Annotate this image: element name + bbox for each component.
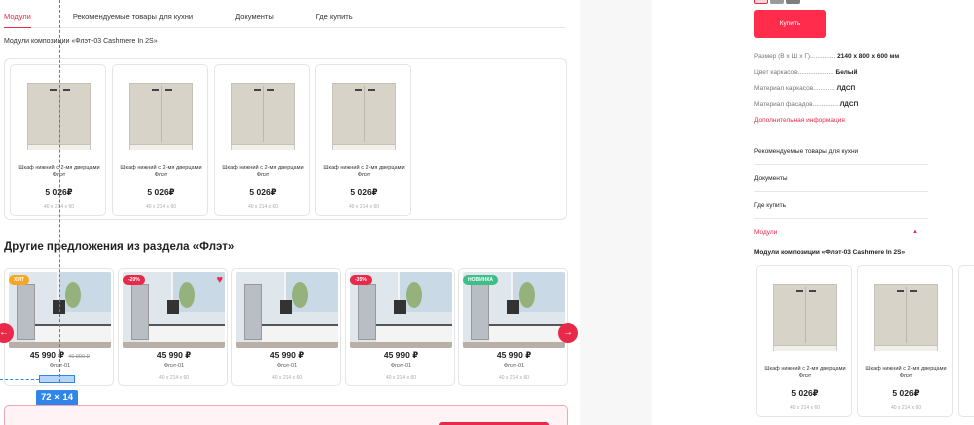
- other-offers-title: Другие предложения из раздела «Флэт»: [4, 241, 235, 253]
- module-card[interactable]: Шкаф нижний с 2-мя дверцами Флэт 5 026₽ …: [756, 265, 852, 417]
- tab-where-to-buy[interactable]: Где купить: [316, 10, 353, 28]
- offer-card[interactable]: НОВИНКА 45 990 ₽ Флэт-01 40 x 214 x 60: [458, 268, 568, 386]
- buy-button[interactable]: Купить: [754, 10, 826, 38]
- spec-row: Материал каркасов............ ЛДСП: [754, 85, 856, 92]
- module-card[interactable]: Шкаф нижний с 2-мя дверцами Флэт 5 026₽ …: [10, 64, 106, 216]
- kitchen-photo: [236, 272, 338, 348]
- offer-dimensions: 40 x 214 x 60: [158, 375, 190, 381]
- product-tabs: Модули Рекомендуемые товары для кухни До…: [4, 10, 566, 28]
- cabinet-image: [231, 83, 295, 145]
- module-card[interactable]: Шкаф нижний с 2-мя дверцами Флэт 5 026₽ …: [857, 265, 953, 417]
- module-price: 5 026₽: [147, 187, 175, 197]
- module-card[interactable]: Шкаф нижний с 2-мя дверцами Флэт 5 026₽ …: [214, 64, 310, 216]
- module-dimensions: 40 x 214 x 60: [890, 405, 922, 411]
- tab-documents[interactable]: Документы: [235, 10, 274, 28]
- module-name: Шкаф нижний с 2-мя дверцами Флэт: [120, 165, 202, 178]
- module-price: 5 026₽: [350, 187, 378, 197]
- offer-name: Флэт-01: [276, 363, 298, 369]
- module-price: 5 026₽: [791, 388, 819, 398]
- spec-row: Материал фасадов.............. ЛДСП: [754, 101, 859, 108]
- accordion-modules[interactable]: Модули ▲: [754, 219, 928, 246]
- offer-name: Флэт-01: [503, 363, 525, 369]
- modules-composition-title: Модули композиции «Флэт-03 Cashmere In 2…: [754, 249, 906, 256]
- discount-badge: -35%: [350, 275, 372, 285]
- module-card[interactable]: [958, 265, 974, 417]
- module-dimensions: 40 x 214 x 60: [247, 204, 279, 210]
- offer-dimensions: 40 x 214 x 60: [498, 375, 530, 381]
- offer-dimensions: 40 x 214 x 60: [385, 375, 417, 381]
- cabinet-image: [874, 284, 938, 346]
- color-swatches: [754, 0, 800, 4]
- offer-card[interactable]: -35% 45 990 ₽ Флэт-01 40 x 214 x 60: [345, 268, 455, 386]
- old-price: 46 990 ₽: [68, 354, 91, 360]
- spec-row: Размер (В x Ш x Г).............. 2140 x …: [754, 53, 900, 60]
- promo-banner: [4, 405, 568, 425]
- cabinet-image: [129, 83, 193, 145]
- new-badge: НОВИНКА: [463, 275, 498, 285]
- cabinet-image: [332, 83, 396, 145]
- tab-modules[interactable]: Модули: [4, 10, 31, 28]
- color-swatch[interactable]: [754, 0, 768, 4]
- offer-price: 45 990 ₽: [496, 350, 532, 360]
- color-swatch[interactable]: [770, 0, 784, 4]
- module-name: Шкаф нижний с 2-мя дверцами Флэт: [323, 165, 405, 178]
- hit-badge: ХИТ: [9, 275, 29, 285]
- discount-badge: -20%: [123, 275, 145, 285]
- accordion-recommended[interactable]: Рекомендуемые товары для кухни: [754, 138, 928, 165]
- offer-price: 45 990 ₽: [156, 350, 192, 360]
- accordion-documents[interactable]: Документы: [754, 165, 928, 192]
- module-card[interactable]: Шкаф нижний с 2-мя дверцами Флэт 5 026₽ …: [112, 64, 208, 216]
- module-dimensions: 40 x 214 x 60: [789, 405, 821, 411]
- chevron-up-icon: ▲: [912, 229, 918, 235]
- modules-composition-title: Модули композиции «Флэт-03 Cashmere In 2…: [4, 38, 158, 45]
- selected-element-highlight: [39, 375, 75, 383]
- spec-row: Цвет каркасов.................... Белый: [754, 69, 858, 76]
- module-price: 5 026₽: [892, 388, 920, 398]
- vertical-guide-line: [59, 0, 60, 382]
- more-info-link[interactable]: Дополнительная информация: [754, 117, 845, 124]
- offer-card[interactable]: -20% ♥ 45 990 ₽ Флэт-01 40 x 214 x 60: [118, 268, 228, 386]
- module-name: Шкаф нижний с 2-мя дверцами Флэт: [222, 165, 304, 178]
- module-price: 5 026₽: [249, 187, 277, 197]
- module-card[interactable]: Шкаф нижний с 2-мя дверцами Флэт 5 026₽ …: [315, 64, 411, 216]
- offer-card[interactable]: 45 990 ₽ Флэт-01 40 x 214 x 60: [231, 268, 341, 386]
- page-gutter: [580, 0, 652, 425]
- offer-name: Флэт-01: [163, 363, 185, 369]
- product-main-panel: Модули Рекомендуемые товары для кухни До…: [0, 0, 580, 425]
- module-dimensions: 40 x 214 x 60: [145, 204, 177, 210]
- color-swatch[interactable]: [786, 0, 800, 4]
- carousel-next-arrow-icon[interactable]: →: [558, 323, 578, 343]
- modules-carousel: Шкаф нижний с 2-мя дверцами Флэт 5 026₽ …: [4, 58, 567, 220]
- offer-name: Флэт-01: [49, 363, 71, 369]
- module-name: Шкаф нижний с 2-мя дверцами Флэт: [865, 366, 947, 379]
- offer-price: 45 990 ₽: [269, 350, 305, 360]
- tab-recommended[interactable]: Рекомендуемые товары для кухни: [73, 10, 193, 28]
- mobile-product-panel: Купить Размер (В x Ш x Г).............. …: [652, 0, 974, 425]
- offer-price: 45 990 ₽: [383, 350, 419, 360]
- dimension-tooltip: 72 × 14: [36, 390, 78, 406]
- offer-name: Флэт-01: [390, 363, 412, 369]
- module-dimensions: 40 x 214 x 60: [348, 204, 380, 210]
- horizontal-guide-line: [0, 379, 39, 380]
- accordion-where-to-buy[interactable]: Где купить: [754, 192, 928, 219]
- cabinet-image: [773, 284, 837, 346]
- favorite-heart-icon[interactable]: ♥: [216, 274, 223, 286]
- module-name: Шкаф нижний с 2-мя дверцами Флэт: [764, 366, 846, 379]
- offer-dimensions: 40 x 214 x 60: [271, 375, 303, 381]
- offer-price: 45 990 ₽46 990 ₽: [29, 350, 91, 360]
